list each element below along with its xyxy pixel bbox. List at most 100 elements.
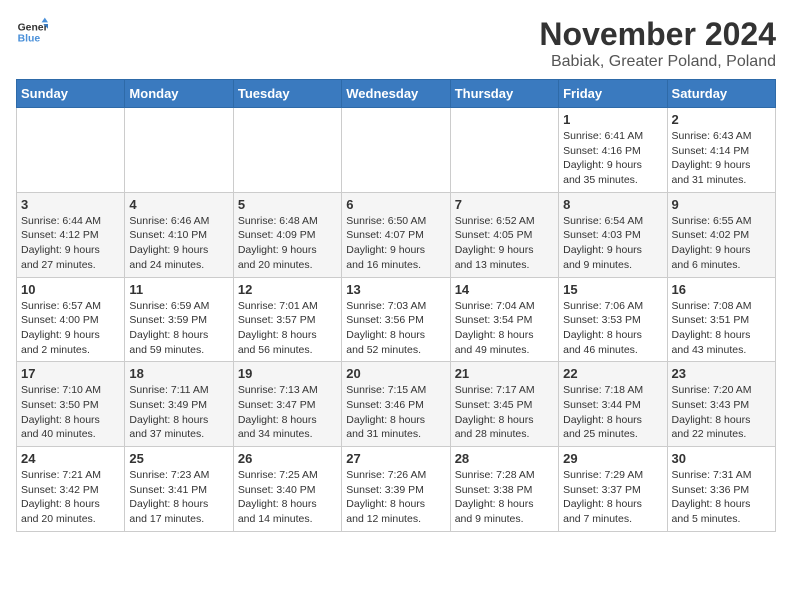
day-cell: 25 Sunrise: 7:23 AM Sunset: 3:41 PM Dayli… (125, 447, 233, 532)
day-cell: 28 Sunrise: 7:28 AM Sunset: 3:38 PM Dayli… (450, 447, 558, 532)
day-info: Sunrise: 7:08 AM Sunset: 3:51 PM Dayligh… (672, 299, 771, 358)
day-info: Sunrise: 7:18 AM Sunset: 3:44 PM Dayligh… (563, 383, 662, 442)
day-info: Sunrise: 7:26 AM Sunset: 3:39 PM Dayligh… (346, 468, 445, 527)
day-number: 2 (672, 112, 771, 127)
day-info: Sunrise: 6:50 AM Sunset: 4:07 PM Dayligh… (346, 214, 445, 273)
day-info: Sunrise: 7:20 AM Sunset: 3:43 PM Dayligh… (672, 383, 771, 442)
day-cell: 22 Sunrise: 7:18 AM Sunset: 3:44 PM Dayli… (559, 362, 667, 447)
day-number: 21 (455, 366, 554, 381)
day-cell (125, 108, 233, 193)
header-row: SundayMondayTuesdayWednesdayThursdayFrid… (17, 80, 776, 108)
week-row-1: 1 Sunrise: 6:41 AM Sunset: 4:16 PM Daylig… (17, 108, 776, 193)
day-cell: 3 Sunrise: 6:44 AM Sunset: 4:12 PM Daylig… (17, 192, 125, 277)
day-info: Sunrise: 7:01 AM Sunset: 3:57 PM Dayligh… (238, 299, 337, 358)
week-row-4: 17Sunrise: 7:10 AM Sunset: 3:50 PM Dayli… (17, 362, 776, 447)
day-cell: 4Sunrise: 6:46 AM Sunset: 4:10 PM Daylig… (125, 192, 233, 277)
day-cell: 2Sunrise: 6:43 AM Sunset: 4:14 PM Daylig… (667, 108, 775, 193)
day-number: 1 (563, 112, 662, 127)
page-title: November 2024 (539, 16, 776, 53)
day-number: 28 (455, 451, 554, 466)
day-cell: 8 Sunrise: 6:54 AM Sunset: 4:03 PM Daylig… (559, 192, 667, 277)
day-number: 22 (563, 366, 662, 381)
day-number: 24 (21, 451, 120, 466)
day-info: Sunrise: 7:23 AM Sunset: 3:41 PM Dayligh… (129, 468, 228, 527)
day-info: Sunrise: 7:28 AM Sunset: 3:38 PM Dayligh… (455, 468, 554, 527)
day-info: Sunrise: 6:57 AM Sunset: 4:00 PM Dayligh… (21, 299, 120, 358)
day-info: Sunrise: 7:15 AM Sunset: 3:46 PM Dayligh… (346, 383, 445, 442)
column-header-sunday: Sunday (17, 80, 125, 108)
day-info: Sunrise: 7:17 AM Sunset: 3:45 PM Dayligh… (455, 383, 554, 442)
logo-icon: General Blue (16, 16, 48, 48)
day-cell: 6 Sunrise: 6:50 AM Sunset: 4:07 PM Daylig… (342, 192, 450, 277)
day-number: 30 (672, 451, 771, 466)
day-number: 3 (21, 197, 120, 212)
day-cell: 1 Sunrise: 6:41 AM Sunset: 4:16 PM Daylig… (559, 108, 667, 193)
day-number: 10 (21, 282, 120, 297)
calendar-table: SundayMondayTuesdayWednesdayThursdayFrid… (16, 79, 776, 532)
day-info: Sunrise: 7:29 AM Sunset: 3:37 PM Dayligh… (563, 468, 662, 527)
column-header-saturday: Saturday (667, 80, 775, 108)
page-subtitle: Babiak, Greater Poland, Poland (539, 53, 776, 71)
day-number: 8 (563, 197, 662, 212)
day-cell (17, 108, 125, 193)
day-number: 19 (238, 366, 337, 381)
day-info: Sunrise: 7:10 AM Sunset: 3:50 PM Dayligh… (21, 383, 120, 442)
column-header-monday: Monday (125, 80, 233, 108)
day-cell: 24 Sunrise: 7:21 AM Sunset: 3:42 PM Dayli… (17, 447, 125, 532)
column-header-friday: Friday (559, 80, 667, 108)
day-info: Sunrise: 6:46 AM Sunset: 4:10 PM Dayligh… (129, 214, 228, 273)
day-number: 7 (455, 197, 554, 212)
day-number: 16 (672, 282, 771, 297)
day-info: Sunrise: 6:59 AM Sunset: 3:59 PM Dayligh… (129, 299, 228, 358)
week-row-3: 10 Sunrise: 6:57 AM Sunset: 4:00 PM Dayli… (17, 277, 776, 362)
day-info: Sunrise: 6:55 AM Sunset: 4:02 PM Dayligh… (672, 214, 771, 273)
day-number: 18 (129, 366, 228, 381)
day-cell: 15Sunrise: 7:06 AM Sunset: 3:53 PM Dayli… (559, 277, 667, 362)
day-number: 14 (455, 282, 554, 297)
day-cell: 17Sunrise: 7:10 AM Sunset: 3:50 PM Dayli… (17, 362, 125, 447)
day-cell: 16 Sunrise: 7:08 AM Sunset: 3:51 PM Dayli… (667, 277, 775, 362)
day-number: 12 (238, 282, 337, 297)
day-cell: 19Sunrise: 7:13 AM Sunset: 3:47 PM Dayli… (233, 362, 341, 447)
svg-text:Blue: Blue (18, 34, 41, 45)
day-cell: 23 Sunrise: 7:20 AM Sunset: 3:43 PM Dayli… (667, 362, 775, 447)
day-number: 25 (129, 451, 228, 466)
column-header-tuesday: Tuesday (233, 80, 341, 108)
day-cell (342, 108, 450, 193)
day-info: Sunrise: 6:54 AM Sunset: 4:03 PM Dayligh… (563, 214, 662, 273)
day-cell (233, 108, 341, 193)
day-number: 20 (346, 366, 445, 381)
week-row-5: 24 Sunrise: 7:21 AM Sunset: 3:42 PM Dayli… (17, 447, 776, 532)
day-number: 15 (563, 282, 662, 297)
day-info: Sunrise: 7:04 AM Sunset: 3:54 PM Dayligh… (455, 299, 554, 358)
day-number: 23 (672, 366, 771, 381)
day-cell: 27 Sunrise: 7:26 AM Sunset: 3:39 PM Dayli… (342, 447, 450, 532)
day-cell: 12 Sunrise: 7:01 AM Sunset: 3:57 PM Dayli… (233, 277, 341, 362)
day-info: Sunrise: 6:44 AM Sunset: 4:12 PM Dayligh… (21, 214, 120, 273)
day-cell: 11 Sunrise: 6:59 AM Sunset: 3:59 PM Dayli… (125, 277, 233, 362)
day-number: 27 (346, 451, 445, 466)
week-row-2: 3 Sunrise: 6:44 AM Sunset: 4:12 PM Daylig… (17, 192, 776, 277)
day-info: Sunrise: 6:48 AM Sunset: 4:09 PM Dayligh… (238, 214, 337, 273)
column-header-wednesday: Wednesday (342, 80, 450, 108)
day-cell: 18 Sunrise: 7:11 AM Sunset: 3:49 PM Dayli… (125, 362, 233, 447)
day-number: 6 (346, 197, 445, 212)
day-number: 13 (346, 282, 445, 297)
day-cell: 21 Sunrise: 7:17 AM Sunset: 3:45 PM Dayli… (450, 362, 558, 447)
day-cell: 9 Sunrise: 6:55 AM Sunset: 4:02 PM Daylig… (667, 192, 775, 277)
day-cell: 7Sunrise: 6:52 AM Sunset: 4:05 PM Daylig… (450, 192, 558, 277)
day-cell: 26Sunrise: 7:25 AM Sunset: 3:40 PM Dayli… (233, 447, 341, 532)
day-info: Sunrise: 7:11 AM Sunset: 3:49 PM Dayligh… (129, 383, 228, 442)
day-number: 11 (129, 282, 228, 297)
day-number: 9 (672, 197, 771, 212)
day-cell: 30Sunrise: 7:31 AM Sunset: 3:36 PM Dayli… (667, 447, 775, 532)
day-number: 29 (563, 451, 662, 466)
day-info: Sunrise: 7:21 AM Sunset: 3:42 PM Dayligh… (21, 468, 120, 527)
day-info: Sunrise: 6:41 AM Sunset: 4:16 PM Dayligh… (563, 129, 662, 188)
day-cell: 20 Sunrise: 7:15 AM Sunset: 3:46 PM Dayli… (342, 362, 450, 447)
day-cell: 14 Sunrise: 7:04 AM Sunset: 3:54 PM Dayli… (450, 277, 558, 362)
day-number: 26 (238, 451, 337, 466)
day-info: Sunrise: 7:03 AM Sunset: 3:56 PM Dayligh… (346, 299, 445, 358)
page-header: General Blue November 2024 Babiak, Great… (16, 16, 776, 71)
day-cell: 13 Sunrise: 7:03 AM Sunset: 3:56 PM Dayli… (342, 277, 450, 362)
